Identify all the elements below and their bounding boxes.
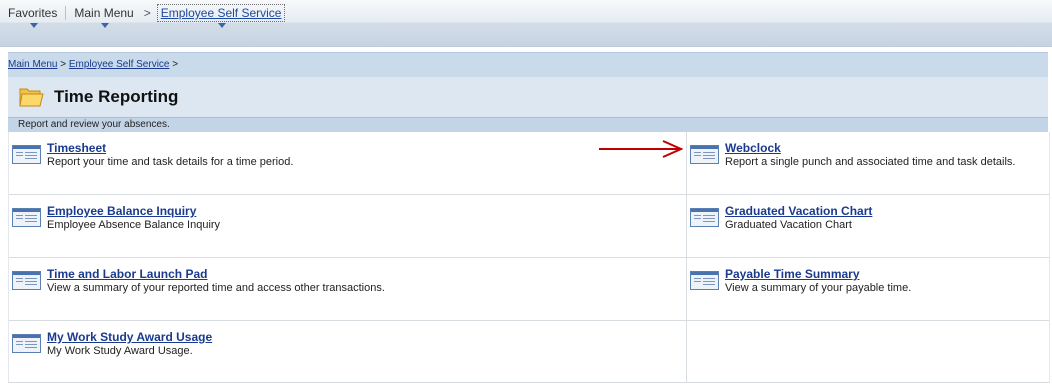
timesheet-link[interactable]: Timesheet xyxy=(47,141,106,155)
graduated-vacation-chart-description: Graduated Vacation Chart xyxy=(725,219,852,231)
webclock-description: Report a single punch and associated tim… xyxy=(725,156,1016,168)
list-item-timesheet: Timesheet Report your time and task deta… xyxy=(9,132,687,195)
my-work-study-award-usage-description: My Work Study Award Usage. xyxy=(47,345,193,357)
main-menu-label: Main Menu xyxy=(74,6,134,20)
breadcrumb: Main Menu > Employee Self Service > xyxy=(8,52,1048,77)
employee-self-service-label: Employee Self Service xyxy=(160,6,282,20)
annotation-arrow-icon xyxy=(599,140,683,158)
employee-self-service-menu[interactable]: Employee Self Service xyxy=(156,4,286,28)
timesheet-description: Report your time and task details for a … xyxy=(47,156,294,168)
folder-icon xyxy=(19,88,44,107)
chevron-down-icon xyxy=(29,23,38,28)
page-header: Time Reporting xyxy=(8,77,1048,117)
chevron-down-icon xyxy=(101,23,110,28)
navigation-collection: Timesheet Report your time and task deta… xyxy=(8,132,1050,383)
list-item-webclock: Webclock Report a single punch and assoc… xyxy=(687,132,1049,195)
page-icon xyxy=(12,271,41,290)
chevron-down-icon xyxy=(218,23,227,28)
breadcrumb-separator: > xyxy=(172,59,179,70)
list-item-payable-time-summary: Payable Time Summary View a summary of y… xyxy=(687,258,1049,321)
main-menu[interactable]: Main Menu xyxy=(70,4,137,28)
page-icon xyxy=(12,334,41,353)
payable-time-summary-link[interactable]: Payable Time Summary xyxy=(725,267,860,281)
list-item-employee-balance-inquiry: Employee Balance Inquiry Employee Absenc… xyxy=(9,195,687,258)
nav-separator: > xyxy=(143,6,151,20)
my-work-study-award-usage-link[interactable]: My Work Study Award Usage xyxy=(47,330,212,344)
list-item-my-work-study-award-usage: My Work Study Award Usage My Work Study … xyxy=(9,321,687,382)
page-icon xyxy=(12,208,41,227)
page-icon xyxy=(690,208,719,227)
page-description: Report and review your absences. xyxy=(18,119,170,130)
top-navigation-bar: Favorites Main Menu > Employee Self Serv… xyxy=(0,0,1052,47)
empty-cell xyxy=(687,321,1049,382)
webclock-link[interactable]: Webclock xyxy=(725,141,781,155)
breadcrumb-separator: > xyxy=(60,59,67,70)
employee-balance-inquiry-description: Employee Absence Balance Inquiry xyxy=(47,219,221,231)
page-title: Time Reporting xyxy=(54,87,179,106)
breadcrumb-employee-self-service-link[interactable]: Employee Self Service xyxy=(69,59,170,70)
breadcrumb-main-menu-link[interactable]: Main Menu xyxy=(8,59,57,70)
nav-divider xyxy=(65,6,67,20)
favorites-menu[interactable]: Favorites xyxy=(4,4,61,28)
payable-time-summary-description: View a summary of your payable time. xyxy=(725,282,912,294)
time-and-labor-launch-pad-link[interactable]: Time and Labor Launch Pad xyxy=(47,267,207,281)
page-icon xyxy=(12,145,41,164)
graduated-vacation-chart-link[interactable]: Graduated Vacation Chart xyxy=(725,204,872,218)
favorites-label: Favorites xyxy=(8,6,58,20)
employee-balance-inquiry-link[interactable]: Employee Balance Inquiry xyxy=(47,204,196,218)
time-and-labor-launch-pad-description: View a summary of your reported time and… xyxy=(47,282,385,294)
page-icon xyxy=(690,145,719,164)
top-navigation-row: Favorites Main Menu > Employee Self Serv… xyxy=(4,4,286,28)
page-icon xyxy=(690,271,719,290)
list-item-graduated-vacation-chart: Graduated Vacation Chart Graduated Vacat… xyxy=(687,195,1049,258)
list-item-time-and-labor-launch-pad: Time and Labor Launch Pad View a summary… xyxy=(9,258,687,321)
page-description-band: Report and review your absences. xyxy=(8,117,1048,132)
